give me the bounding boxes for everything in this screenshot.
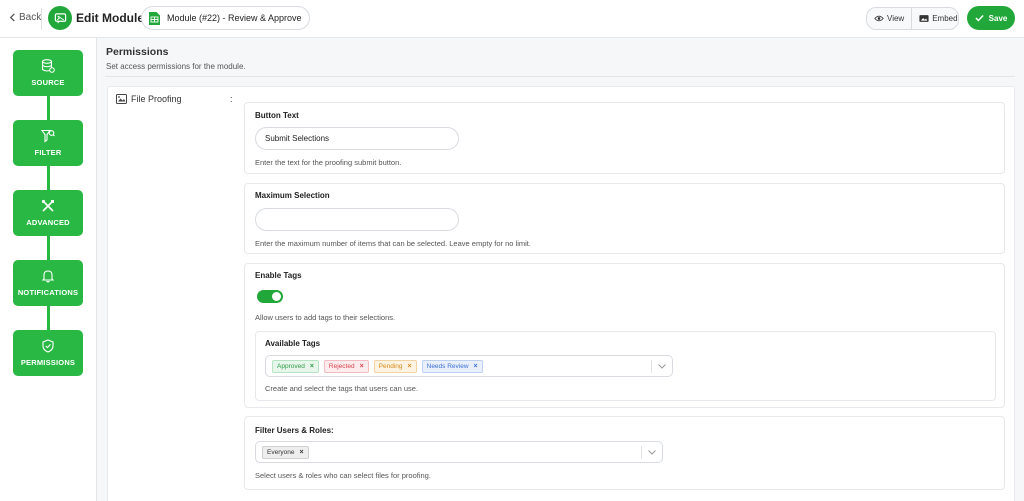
steps-sidebar: SOURCE FILTER ADVANCED NOTIFICATIONS PER…	[0, 38, 97, 501]
step-label: FILTER	[34, 148, 62, 157]
step-filter[interactable]: FILTER	[13, 120, 83, 166]
dropdown-toggle[interactable]	[651, 360, 672, 373]
available-tags-label: Available Tags	[265, 339, 321, 348]
image-gallery-icon	[116, 94, 127, 104]
button-text-label: Button Text	[255, 111, 299, 120]
button-text-input[interactable]	[255, 127, 459, 150]
section-title: Permissions	[106, 46, 169, 58]
max-selection-help: Enter the maximum number of items that c…	[255, 239, 531, 248]
tag-everyone: Everyone ×	[262, 446, 309, 459]
remove-tag-icon[interactable]: ×	[310, 363, 314, 370]
remove-tag-icon[interactable]: ×	[360, 363, 364, 370]
step-permissions[interactable]: PERMISSIONS	[13, 330, 83, 376]
filter-users-help: Select users & roles who can select file…	[255, 471, 431, 480]
database-icon	[41, 59, 55, 73]
tag-label: Rejected	[328, 363, 355, 370]
available-tags-help: Create and select the tags that users ca…	[265, 384, 419, 393]
filter-icon	[41, 129, 55, 143]
module-name: Module (#22) - Review & Approve	[167, 13, 302, 23]
chevron-left-icon	[9, 13, 15, 22]
section-divider	[105, 76, 1015, 77]
file-proofing-text: File Proofing	[131, 94, 182, 104]
button-text-card: Button Text Enter the text for the proof…	[244, 102, 1005, 174]
step-label: SOURCE	[31, 78, 65, 87]
step-label: NOTIFICATIONS	[17, 288, 79, 297]
back-link[interactable]: Back	[9, 12, 41, 23]
filter-users-list: Everyone ×	[262, 446, 309, 459]
gallery-chat-icon	[54, 12, 66, 24]
tag-pending: Pending ×	[373, 360, 417, 373]
chevron-down-icon	[658, 364, 666, 369]
enable-tags-card: Enable Tags Allow users to add tags to t…	[244, 263, 1005, 408]
chevron-down-icon	[648, 450, 656, 455]
view-embed-group: View Embed	[866, 7, 959, 30]
enable-tags-label: Enable Tags	[255, 271, 302, 280]
max-selection-label: Maximum Selection	[255, 191, 330, 200]
tag-label: Pending	[378, 363, 403, 370]
enable-tags-help: Allow users to add tags to their selecti…	[255, 313, 396, 322]
max-selection-card: Maximum Selection Enter the maximum numb…	[244, 183, 1005, 254]
step-label: ADVANCED	[26, 218, 70, 227]
save-button[interactable]: Save	[967, 6, 1015, 30]
save-label: Save	[988, 13, 1008, 23]
image-icon	[919, 15, 929, 22]
filter-users-select[interactable]: Everyone ×	[255, 441, 663, 463]
remove-tag-icon[interactable]: ×	[299, 449, 303, 456]
view-button[interactable]: View	[867, 8, 911, 29]
tag-needs-review: Needs Review ×	[421, 360, 483, 373]
label-colon: :	[230, 94, 233, 104]
eye-icon	[874, 15, 884, 22]
tools-icon	[41, 199, 54, 212]
max-selection-input[interactable]	[255, 208, 459, 231]
embed-label: Embed	[932, 14, 958, 23]
back-label: Back	[19, 12, 42, 23]
button-text-help: Enter the text for the proofing submit b…	[255, 158, 402, 167]
header-divider	[41, 8, 42, 30]
view-label: View	[887, 14, 905, 23]
tag-approved: Approved ×	[272, 360, 319, 373]
tag-label: Approved	[277, 363, 305, 370]
app-logo	[48, 6, 72, 30]
shield-check-icon	[42, 339, 54, 353]
available-tags-card: Available Tags Approved × Rejected × Pendi…	[255, 331, 996, 401]
step-notifications[interactable]: NOTIFICATIONS	[13, 260, 83, 306]
spreadsheet-check-icon	[149, 11, 160, 25]
tag-label: Everyone	[267, 449, 295, 456]
module-selector[interactable]: Module (#22) - Review & Approve	[141, 6, 310, 30]
tag-rejected: Rejected ×	[323, 360, 369, 373]
step-advanced[interactable]: ADVANCED	[13, 190, 83, 236]
step-label: PERMISSIONS	[20, 358, 76, 367]
dropdown-toggle[interactable]	[641, 446, 662, 459]
embed-button[interactable]: Embed	[911, 8, 958, 29]
file-proofing-label: File Proofing	[116, 94, 182, 104]
remove-tag-icon[interactable]: ×	[474, 363, 478, 370]
remove-tag-icon[interactable]: ×	[408, 363, 412, 370]
bell-icon	[41, 270, 55, 283]
enable-tags-toggle[interactable]	[257, 290, 283, 303]
tag-label: Needs Review	[426, 363, 469, 370]
filter-users-label: Filter Users & Roles:	[255, 426, 334, 435]
available-tags-select[interactable]: Approved × Rejected × Pending × Needs Revie…	[265, 355, 673, 377]
section-subtitle: Set access permissions for the module.	[106, 62, 246, 71]
available-tags-list: Approved × Rejected × Pending × Needs Revie…	[272, 360, 483, 373]
filter-users-card: Filter Users & Roles: Everyone × Select u…	[244, 416, 1005, 490]
page-title: Edit Module	[76, 11, 144, 25]
step-source[interactable]: SOURCE	[13, 50, 83, 96]
check-icon	[975, 14, 984, 22]
top-bar: Back Edit Module Module (#22) - Review &…	[0, 0, 1024, 38]
